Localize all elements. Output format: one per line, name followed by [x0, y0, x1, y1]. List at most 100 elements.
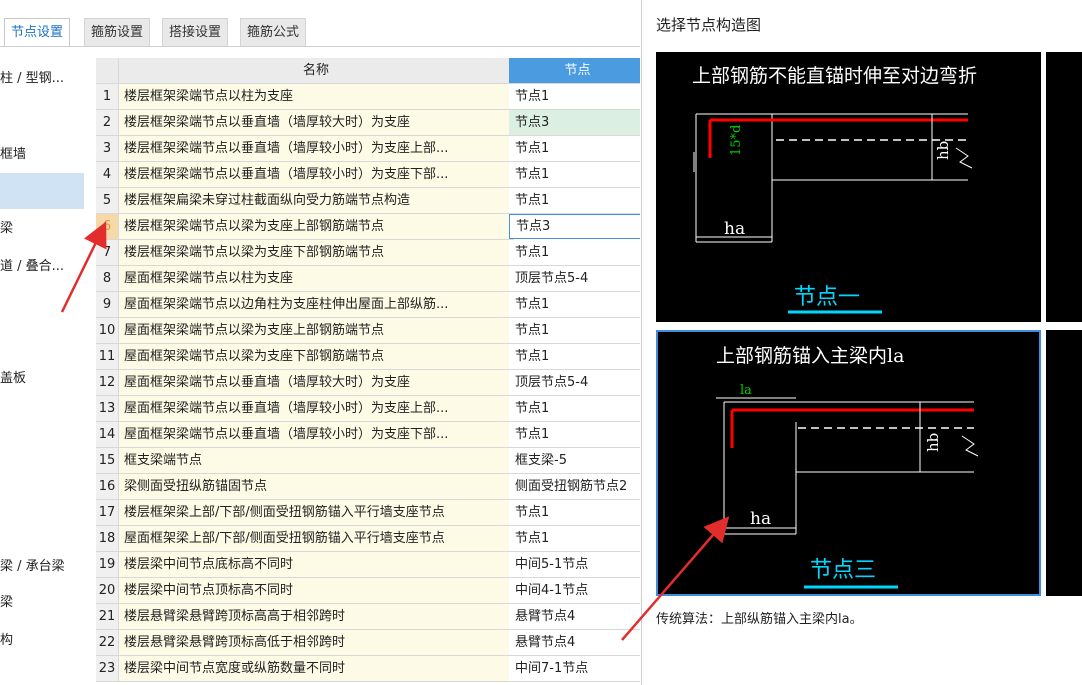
row-index: 4 [96, 162, 119, 188]
tree-item-cover-slab[interactable]: 盖板 [0, 366, 84, 392]
row-node-value[interactable]: 节点1 [509, 292, 640, 318]
row-name: 楼层框架梁上部/下部/侧面受扭钢筋锚入平行墙支座节点 [119, 500, 514, 526]
diagram-3-dim-bottom: ha [750, 509, 771, 529]
row-index: 2 [96, 110, 119, 136]
tree-item-beam-selected[interactable] [0, 173, 84, 209]
table-row[interactable]: 18 屋面框架梁上部/下部/侧面受扭钢筋锚入平行墙支座节点 节点1 [96, 526, 640, 552]
row-index: 19 [96, 552, 119, 578]
row-node-value[interactable]: 节点1 [509, 344, 640, 370]
table-row[interactable]: 8 屋面框架梁端节点以柱为支座 顶层节点5-4 [96, 266, 640, 292]
tab-lap-settings[interactable]: 搭接设置 [162, 18, 229, 46]
table-row[interactable]: 14 屋面框架梁端节点以垂直墙（墙厚较小时）为支座下部... 节点1 [96, 422, 640, 448]
row-node-value[interactable]: 节点1 [509, 240, 640, 266]
node-diagram-1[interactable]: 上部钢筋不能直锚时伸至对边弯折 15*d hb ha 节点一 [656, 52, 1041, 322]
row-node-value[interactable]: 节点1 [509, 136, 640, 162]
row-name: 梁侧面受扭纵筋锚固节点 [119, 474, 514, 500]
table-row[interactable]: 21 楼层悬臂梁悬臂跨顶标高高于相邻跨时 悬臂节点4 [96, 604, 640, 630]
diagram-3-dim-right: hb [924, 433, 942, 452]
tree-item-overlap[interactable]: 道 / 叠合... [0, 254, 84, 280]
row-node-value[interactable]: 侧面受扭钢筋节点2 [509, 474, 640, 500]
tree-item-beam[interactable]: 梁 [0, 216, 84, 242]
tree-item-wall[interactable]: 框墙 [0, 142, 84, 168]
diagram-3-dim-top: la [740, 383, 752, 398]
tree-item-cap-beam[interactable]: 梁 / 承台梁 [0, 554, 84, 580]
table-row[interactable]: 19 楼层梁中间节点底标高不同时 中间5-1节点 [96, 552, 640, 578]
row-name: 楼层梁中间节点顶标高不同时 [119, 578, 514, 604]
header-index [96, 58, 119, 84]
row-name: 屋面框架梁端节点以边角柱为支座柱伸出屋面上部纵筋... [119, 292, 514, 318]
table-row[interactable]: 11 屋面框架梁端节点以梁为支座下部钢筋端节点 节点1 [96, 344, 640, 370]
tree-item-column[interactable]: 柱 / 型钢... [0, 66, 84, 92]
tree-item-beam-2[interactable]: 梁 [0, 590, 84, 616]
table-row[interactable]: 15 框支梁端节点 框支梁-5 [96, 448, 640, 474]
table-row[interactable]: 17 楼层框架梁上部/下部/侧面受扭钢筋锚入平行墙支座节点 节点1 [96, 500, 640, 526]
row-index: 11 [96, 344, 119, 370]
table-row[interactable]: 22 楼层悬臂梁悬臂跨顶标高低于相邻跨时 悬臂节点4 [96, 630, 640, 656]
row-node-value[interactable]: 中间4-1节点 [509, 578, 640, 604]
row-node-value[interactable]: 顶层节点5-4 [509, 370, 640, 396]
table-row[interactable]: 13 屋面框架梁端节点以垂直墙（墙厚较小时）为支座上部... 节点1 [96, 396, 640, 422]
row-node-value[interactable]: 节点3 [509, 214, 640, 239]
table-row[interactable]: 7 楼层框架梁端节点以梁为支座下部钢筋端节点 节点1 [96, 240, 640, 266]
table-row[interactable]: 12 屋面框架梁端节点以垂直墙（墙厚较大时）为支座 顶层节点5-4 [96, 370, 640, 396]
row-node-value[interactable]: 悬臂节点4 [509, 630, 640, 656]
table-row[interactable]: 3 楼层框架梁端节点以垂直墙（墙厚较小时）为支座上部... 节点1 [96, 136, 640, 162]
row-name: 框支梁端节点 [119, 448, 514, 474]
row-index: 8 [96, 266, 119, 292]
row-node-value[interactable]: 节点1 [509, 526, 640, 552]
row-node-value[interactable]: 节点1 [509, 188, 640, 214]
table-row[interactable]: 20 楼层梁中间节点顶标高不同时 中间4-1节点 [96, 578, 640, 604]
row-index: 12 [96, 370, 119, 396]
table-row[interactable]: 16 梁侧面受扭纵筋锚固节点 侧面受扭钢筋节点2 [96, 474, 640, 500]
row-index: 9 [96, 292, 119, 318]
row-name: 屋面框架梁端节点以垂直墙（墙厚较大时）为支座 [119, 370, 514, 396]
diagram-1-dim-left: 15*d [729, 125, 744, 156]
row-node-value[interactable]: 节点3 [509, 110, 640, 136]
panel-title: 选择节点构造图 [656, 16, 762, 34]
row-node-value[interactable]: 节点1 [509, 500, 640, 526]
table-row[interactable]: 5 楼层框架扁梁未穿过柱截面纵向受力筋端节点构造 节点1 [96, 188, 640, 214]
row-node-value[interactable]: 节点1 [509, 396, 640, 422]
row-node-value[interactable]: 节点1 [509, 162, 640, 188]
table-row[interactable]: 9 屋面框架梁端节点以边角柱为支座柱伸出屋面上部纵筋... 节点1 [96, 292, 640, 318]
row-node-value[interactable]: 中间5-1节点 [509, 552, 640, 578]
component-tree: 柱 / 型钢... 框墙 梁 道 / 叠合... 盖板 梁 / 承台梁 梁 构 [0, 58, 84, 685]
diagram-1-dim-bottom: ha [724, 219, 745, 239]
table-row[interactable]: 6 楼层框架梁端节点以梁为支座上部钢筋端节点 节点3 [96, 214, 640, 240]
row-node-value[interactable]: 节点1 [509, 318, 640, 344]
row-node-value[interactable]: 中间7-1节点 [509, 656, 640, 682]
tab-stirrup-formula[interactable]: 箍筋公式 [240, 18, 307, 46]
row-name: 楼层框架梁端节点以梁为支座下部钢筋端节点 [119, 240, 514, 266]
row-node-value[interactable]: 悬臂节点4 [509, 604, 640, 630]
header-node[interactable]: 节点 [509, 58, 640, 84]
row-name: 屋面框架梁端节点以柱为支座 [119, 266, 514, 292]
tree-item-structure[interactable]: 构 [0, 628, 84, 654]
row-index: 21 [96, 604, 119, 630]
node-diagram-panel: 选择节点构造图 上部钢筋不能直锚时伸至对边弯折 15*d hb ha 节点一 上… [641, 0, 1082, 685]
row-index: 16 [96, 474, 119, 500]
tab-node-settings[interactable]: 节点设置 [4, 18, 71, 47]
diagram-3-heading: 上部钢筋锚入主梁内la [716, 345, 904, 367]
row-name: 屋面框架梁端节点以垂直墙（墙厚较小时）为支座下部... [119, 422, 514, 448]
row-index: 3 [96, 136, 119, 162]
table-row[interactable]: 4 楼层框架梁端节点以垂直墙（墙厚较小时）为支座下部... 节点1 [96, 162, 640, 188]
node-diagram-2-clipped[interactable] [1046, 52, 1082, 322]
table-row[interactable]: 10 屋面框架梁端节点以梁为支座上部钢筋端节点 节点1 [96, 318, 640, 344]
tab-stirrup-settings[interactable]: 箍筋设置 [84, 18, 151, 46]
row-index: 18 [96, 526, 119, 552]
table-row[interactable]: 23 楼层梁中间节点宽度或纵筋数量不同时 中间7-1节点 [96, 656, 640, 682]
node-diagram-4-clipped[interactable] [1046, 330, 1082, 596]
table-row[interactable]: 2 楼层框架梁端节点以垂直墙（墙厚较大时）为支座 节点3 [96, 110, 640, 136]
row-name: 楼层梁中间节点宽度或纵筋数量不同时 [119, 656, 514, 682]
row-node-value[interactable]: 节点1 [509, 84, 640, 110]
row-index: 17 [96, 500, 119, 526]
node-settings-table: 名称 节点 1 楼层框架梁端节点以柱为支座 节点1 2 楼层框架梁端节点以垂直墙（墙厚较… [96, 58, 640, 685]
row-node-value[interactable]: 节点1 [509, 422, 640, 448]
row-node-value[interactable]: 顶层节点5-4 [509, 266, 640, 292]
tab-divider [0, 46, 640, 47]
table-row[interactable]: 1 楼层框架梁端节点以柱为支座 节点1 [96, 84, 640, 110]
row-name: 楼层框架梁端节点以垂直墙（墙厚较大时）为支座 [119, 110, 514, 136]
node-diagram-3-selected[interactable]: 上部钢筋锚入主梁内la la hb ha 节点三 [656, 330, 1041, 596]
row-node-value[interactable]: 框支梁-5 [509, 448, 640, 474]
header-name[interactable]: 名称 [119, 58, 514, 84]
